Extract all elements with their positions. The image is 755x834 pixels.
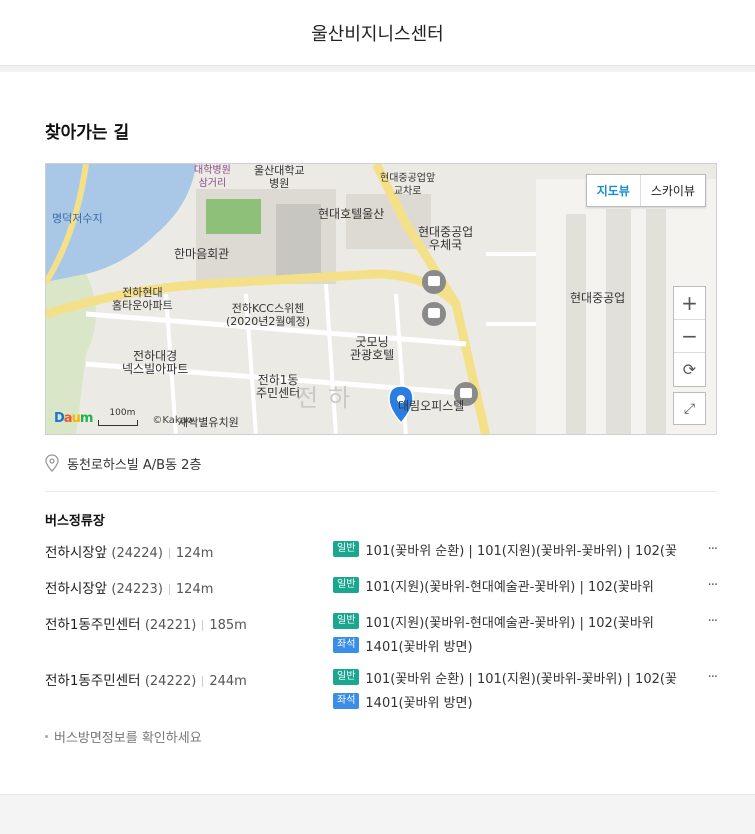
header-divider [0,66,755,72]
bus-stop-row: 전하시장앞 (24223) 124m 일반 101(지원)(꽃바위-현대예술관-꽃바위… [45,573,717,601]
bus-section-title: 버스정류장 [45,514,105,529]
main-content: 찾아가는 길 명덕저수지 대학병원 삼거리 울산대학교 병원 현대중공업앞 교차… [0,118,755,746]
address-text: 동천로하스빌 A/B동 2층 [67,457,202,473]
more-routes-button[interactable]: ··· [695,670,717,685]
route-type-badge: 일반 [333,577,360,593]
bus-stop-name: 전하1동주민센터 [45,673,141,689]
more-routes-button[interactable]: ··· [695,578,717,593]
separator [202,675,204,687]
bus-stop-name: 전하시장앞 [45,581,108,597]
map-label-apt-home: 전하현대 홈타운아파트 [112,286,173,312]
separator [202,619,204,631]
page-title: 울산비지니스센터 [311,23,444,45]
bus-stop-list: 전하시장앞 (24224) 124m 일반 101(꽃바위 순환) | 101(지원)… [45,537,717,713]
bus-stop-distance: 124m [175,546,214,561]
route-numbers[interactable]: 101(지원)(꽃바위-현대예술관-꽃바위) | 102(꽃바위 [365,612,695,631]
separator [168,583,170,595]
map-view-button[interactable]: 지도뷰 [587,175,641,206]
bus-note: 버스방면정보를 확인하세요 [45,727,717,746]
bus-route-line: 일반 101(꽃바위 순환) | 101(지원)(꽃바위-꽃바위) | 102(꽃… [333,537,717,561]
bullet-icon [45,735,48,738]
route-type-badge: 일반 [333,613,360,629]
daum-logo: Daum [54,411,93,426]
section-title: 찾아가는 길 [45,123,130,143]
map-label-kcc: 전하KCC스위첸 (2020년2월예정) [226,302,311,328]
map-label-post-office: 현대중공업 우체국 [418,225,474,252]
bus-stop-row: 전하시장앞 (24224) 124m 일반 101(꽃바위 순환) | 101(지원)… [45,537,717,565]
map-label-hospital-junction: 대학병원 삼거리 [194,165,231,189]
zoom-controls: + − ⟳ [673,286,706,387]
address-row: 동천로하스빌 A/B동 2층 [45,435,717,492]
route-numbers[interactable]: 101(꽃바위 순환) | 101(지원)(꽃바위-꽃바위) | 102(꽃 [365,540,695,559]
map-label-nexville: 전하대경 넥스빌아파트 [122,349,189,376]
route-numbers[interactable]: 101(꽃바위 순환) | 101(지원)(꽃바위-꽃바위) | 102(꽃 [365,668,695,687]
bus-stop-row: 전하1동주민센터 (24221) 185m 일반 101(지원)(꽃바위-현대예술관-… [45,609,717,657]
route-numbers[interactable]: 1401(꽃바위 방면) [365,692,695,711]
map-label-daerim: 대림오피스텔 [398,399,465,413]
bus-stop-name: 전하시장앞 [45,545,108,561]
bus-stop-info[interactable]: 전하1동주민센터 (24221) 185m [45,609,333,657]
zoom-out-button[interactable]: − [674,320,705,353]
bus-note-text: 버스방면정보를 확인하세요 [54,731,202,746]
bus-route-line: 일반 101(지원)(꽃바위-현대예술관-꽃바위) | 102(꽃바위 ··· [333,573,717,597]
bus-route-list: 일반 101(지원)(꽃바위-현대예술관-꽃바위) | 102(꽃바위 ··· 좌석 1… [333,609,717,657]
footer-band [0,794,755,834]
route-type-badge: 좌석 [333,693,360,709]
zoom-in-button[interactable]: + [674,287,705,320]
more-routes-button[interactable]: ··· [695,542,717,557]
bus-stop-code: (24222) [144,674,197,689]
more-routes-button[interactable]: ··· [695,614,717,629]
map-label-hyundai-heavy: 현대중공업 [570,291,626,305]
bus-stop-code: (24224) [111,546,163,561]
map-label-faded: 전하 [296,384,361,412]
map-label-reservoir: 명덕저수지 [52,212,103,225]
bus-stop-distance: 244m [209,674,247,689]
bus-route-list: 일반 101(꽃바위 순환) | 101(지원)(꽃바위-꽃바위) | 102(꽃… [333,537,717,565]
bus-stop-info[interactable]: 전하시장앞 (24223) 124m [45,573,333,601]
sky-view-button[interactable]: 스카이뷰 [641,175,705,206]
separator [168,547,170,559]
fullscreen-button[interactable]: ⤢ [673,392,706,425]
route-numbers[interactable]: 1401(꽃바위 방면) [365,636,695,655]
location-pin-icon [45,454,59,472]
scale-label: 100m [109,408,136,418]
page-header: 울산비지니스센터 [0,0,755,66]
bus-route-line: 좌석 1401(꽃바위 방면) [333,689,717,713]
scale-bar: 100m [98,408,139,426]
bus-route-line: 일반 101(꽃바위 순환) | 101(지원)(꽃바위-꽃바위) | 102(꽃… [333,665,717,689]
bus-stop-name: 전하1동주민센터 [45,617,141,633]
bus-stop-info[interactable]: 전하1동주민센터 (24222) 244m [45,665,333,713]
route-type-badge: 일반 [333,669,360,685]
map-scale: Daum 100m ©Kakao [54,408,193,426]
bus-stop-row: 전하1동주민센터 (24222) 244m 일반 101(꽃바위 순환) | 101(… [45,665,717,713]
map-label-good-hotel: 굿모닝 관광호텔 [350,335,395,362]
route-numbers[interactable]: 101(지원)(꽃바위-현대예술관-꽃바위) | 102(꽃바위 [365,576,695,595]
map-copyright: ©Kakao [152,415,193,426]
bus-stop-distance: 185m [209,618,247,633]
bus-route-list: 일반 101(지원)(꽃바위-현대예술관-꽃바위) | 102(꽃바위 ··· [333,573,717,601]
bus-stop-code: (24221) [144,618,197,633]
route-type-badge: 일반 [333,541,360,557]
bus-route-line: 일반 101(지원)(꽃바위-현대예술관-꽃바위) | 102(꽃바위 ··· [333,609,717,633]
map-label-community-center: 전하1동 주민센터 [256,373,301,400]
map-label-hyundai-front: 현대중공업앞 교차로 [380,173,436,197]
map-label-hotel-ulsan: 현대호텔울산 [318,207,385,221]
reset-map-button[interactable]: ⟳ [674,353,705,386]
map-label-uni-hospital: 울산대학교 병원 [254,164,305,190]
bus-route-line: 좌석 1401(꽃바위 방면) [333,633,717,657]
map-label-hanmaum: 한마음회관 [174,247,230,261]
bus-route-list: 일반 101(꽃바위 순환) | 101(지원)(꽃바위-꽃바위) | 102(꽃… [333,665,717,713]
bus-stop-code: (24223) [111,582,163,597]
bus-stop-info[interactable]: 전하시장앞 (24224) 124m [45,537,333,565]
bus-stop-distance: 124m [175,582,214,597]
map-view-toggle: 지도뷰 스카이뷰 [585,174,706,207]
route-type-badge: 좌석 [333,637,360,653]
map-view[interactable]: 명덕저수지 대학병원 삼거리 울산대학교 병원 현대중공업앞 교차로 현대호텔울… [45,163,717,435]
